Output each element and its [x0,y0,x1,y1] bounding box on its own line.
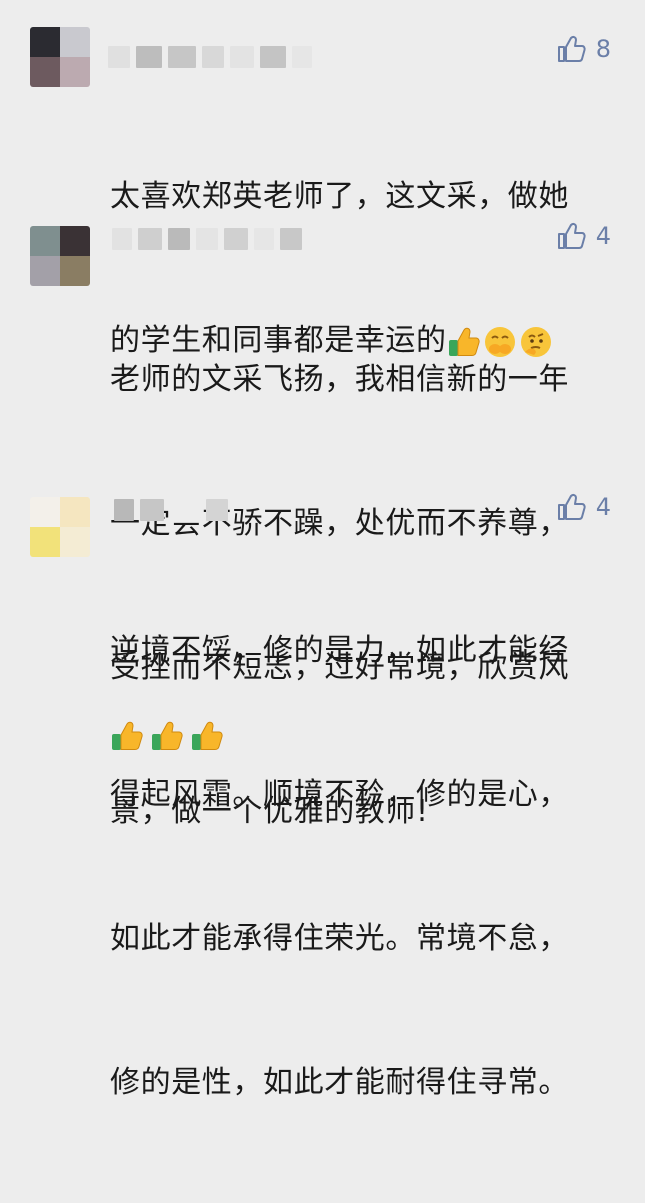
avatar[interactable] [30,226,90,286]
like-button[interactable]: 4 [556,491,611,523]
thumbs-up-icon [152,721,183,750]
thumbs-up-icon [112,721,143,750]
comment-line: 老师的文采飞扬，我相信新的一年 [110,362,569,397]
like-count: 4 [595,222,611,250]
thumbs-up-icon [557,35,586,62]
thumbs-up-icon [557,493,586,520]
like-count: 4 [595,493,611,521]
avatar[interactable] [30,27,90,87]
comment-line: 修的是性，如此才能耐得住寻常。 [110,1065,569,1100]
username-blurred[interactable] [112,228,302,250]
like-button[interactable]: 4 [556,220,611,252]
emoji-row [110,716,226,756]
comment-text: 逆境不馁，修的是力，如此才能经 得起风霜。顺境不矜，修的是心， 如此才能承得住荣… [110,531,620,1203]
thumbs-up-icon [192,721,223,750]
comment-line: 太喜欢郑英老师了，这文采，做她 [110,179,569,214]
comment-line: 如此才能承得住荣光。常境不怠， [110,921,569,956]
avatar[interactable] [30,497,90,557]
like-button[interactable]: 8 [556,33,611,65]
comment-line: 逆境不馁，修的是力，如此才能经 [110,633,569,668]
like-count: 8 [595,35,611,63]
username-blurred[interactable] [114,499,228,521]
thumbs-up-icon [557,222,586,249]
comment-line: 得起风霜。顺境不矜，修的是心， [110,777,569,812]
username-blurred[interactable] [108,46,312,68]
